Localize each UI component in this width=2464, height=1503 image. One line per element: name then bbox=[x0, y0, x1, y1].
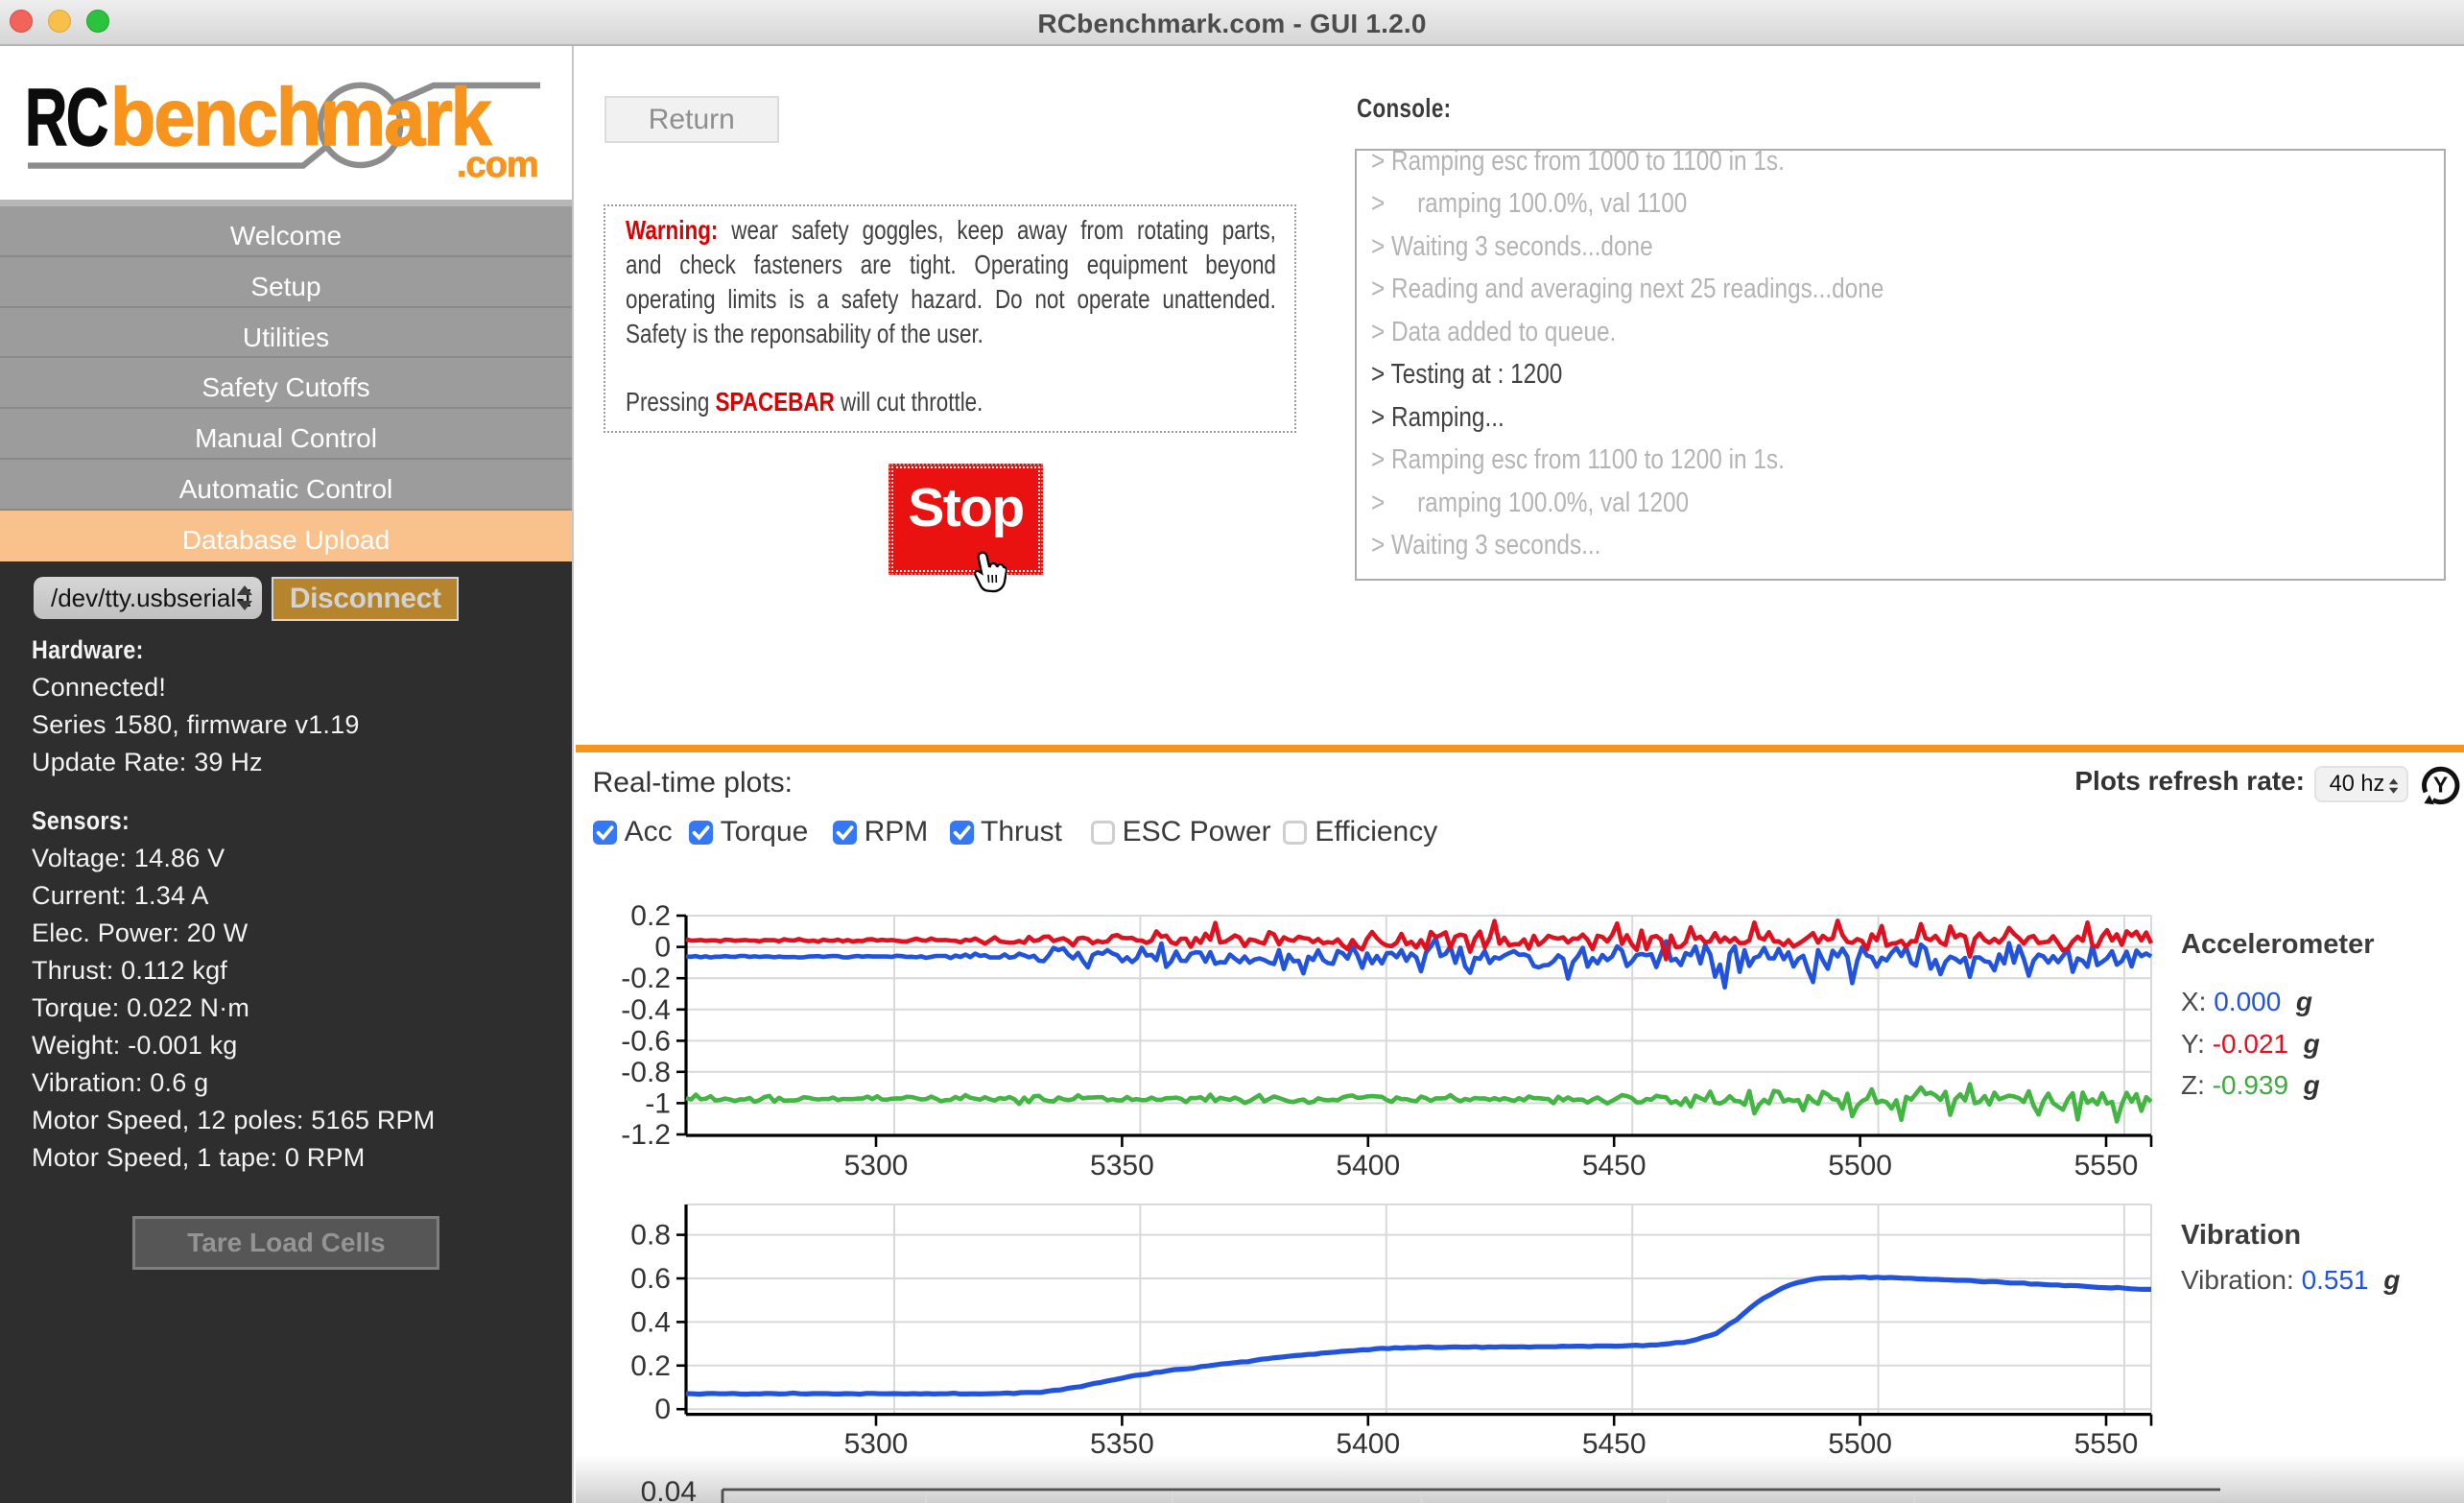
svg-text:5550: 5550 bbox=[2074, 1150, 2139, 1181]
svg-text:0.6: 0.6 bbox=[630, 1263, 671, 1295]
svg-text:5450: 5450 bbox=[1582, 1428, 1647, 1460]
svg-text:-0.8: -0.8 bbox=[621, 1057, 671, 1088]
svg-text:0.4: 0.4 bbox=[630, 1306, 671, 1338]
svg-text:0.04: 0.04 bbox=[641, 1476, 697, 1503]
svg-text:0: 0 bbox=[654, 1394, 671, 1425]
svg-text:5500: 5500 bbox=[1828, 1150, 1892, 1181]
svg-text:5300: 5300 bbox=[844, 1428, 909, 1460]
svg-text:0.8: 0.8 bbox=[630, 1220, 671, 1252]
svg-text:5350: 5350 bbox=[1090, 1428, 1154, 1460]
svg-text:0.2: 0.2 bbox=[630, 900, 671, 932]
svg-text:5300: 5300 bbox=[844, 1150, 909, 1181]
svg-text:5400: 5400 bbox=[1336, 1150, 1400, 1181]
svg-text:-0.4: -0.4 bbox=[621, 994, 671, 1026]
svg-text:5500: 5500 bbox=[1828, 1428, 1892, 1460]
svg-text:5400: 5400 bbox=[1336, 1428, 1400, 1460]
svg-text:5550: 5550 bbox=[2074, 1428, 2139, 1460]
svg-text:5350: 5350 bbox=[1090, 1150, 1154, 1181]
svg-text:-1: -1 bbox=[645, 1087, 671, 1119]
svg-text:-0.2: -0.2 bbox=[621, 963, 671, 994]
svg-text:-0.6: -0.6 bbox=[621, 1025, 671, 1057]
svg-text:0.2: 0.2 bbox=[630, 1350, 671, 1382]
svg-text:0: 0 bbox=[654, 932, 671, 964]
svg-text:5450: 5450 bbox=[1582, 1150, 1647, 1181]
svg-text:Y: Y bbox=[2433, 772, 2448, 797]
svg-text:-1.2: -1.2 bbox=[621, 1119, 671, 1151]
